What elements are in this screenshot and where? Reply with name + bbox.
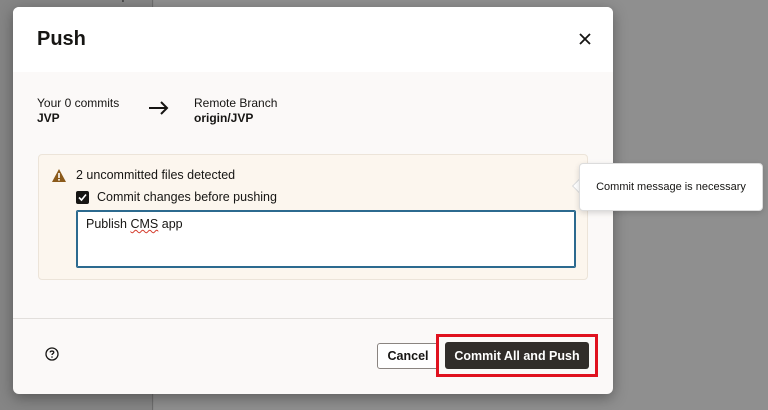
footer-divider xyxy=(13,318,613,319)
commit-message-text-2: CMS xyxy=(130,217,159,231)
commit-before-push-option[interactable]: Commit changes before pushing xyxy=(76,189,277,205)
commit-message-input[interactable]: Publish CMS app xyxy=(76,210,576,268)
warning-triangle-icon xyxy=(52,169,66,182)
target-branch-value: origin/JVP xyxy=(194,111,254,125)
validation-tooltip: Commit message is necessary xyxy=(579,163,763,211)
source-branch: Your 0 commits JVP xyxy=(37,96,119,126)
target-branch: Remote Branch origin/JVP xyxy=(194,96,277,126)
help-icon[interactable] xyxy=(45,347,59,361)
dialog-title: Push xyxy=(37,28,86,50)
dialog-header: Push xyxy=(13,7,613,72)
close-button[interactable] xyxy=(573,27,597,51)
source-branch-label: Your 0 commits xyxy=(37,96,120,110)
commit-all-and-push-button[interactable]: Commit All and Push xyxy=(445,342,589,369)
arrow-right-icon xyxy=(149,101,169,115)
push-dialog: Push Your 0 commits JVP Remote Branch or… xyxy=(13,7,613,394)
commit-message-text-1: Publish xyxy=(86,217,131,231)
checkbox-label: Commit changes before pushing xyxy=(97,190,277,204)
commit-message-text-3: app xyxy=(158,217,183,231)
cancel-button[interactable]: Cancel xyxy=(377,343,439,369)
highlight-box: Commit All and Push xyxy=(436,334,598,377)
target-branch-label: Remote Branch xyxy=(194,96,278,110)
uncommitted-warning: 2 uncommitted files detected Commit chan… xyxy=(38,154,588,280)
commit-before-push-checkbox[interactable] xyxy=(76,190,89,204)
checkmark-icon xyxy=(78,193,87,201)
branch-summary: Your 0 commits JVP Remote Branch origin/… xyxy=(37,96,597,136)
warning-text: 2 uncommitted files detected xyxy=(76,168,236,182)
source-branch-value: JVP xyxy=(37,111,60,125)
plus-icon: + xyxy=(115,0,131,8)
close-icon xyxy=(579,33,591,45)
